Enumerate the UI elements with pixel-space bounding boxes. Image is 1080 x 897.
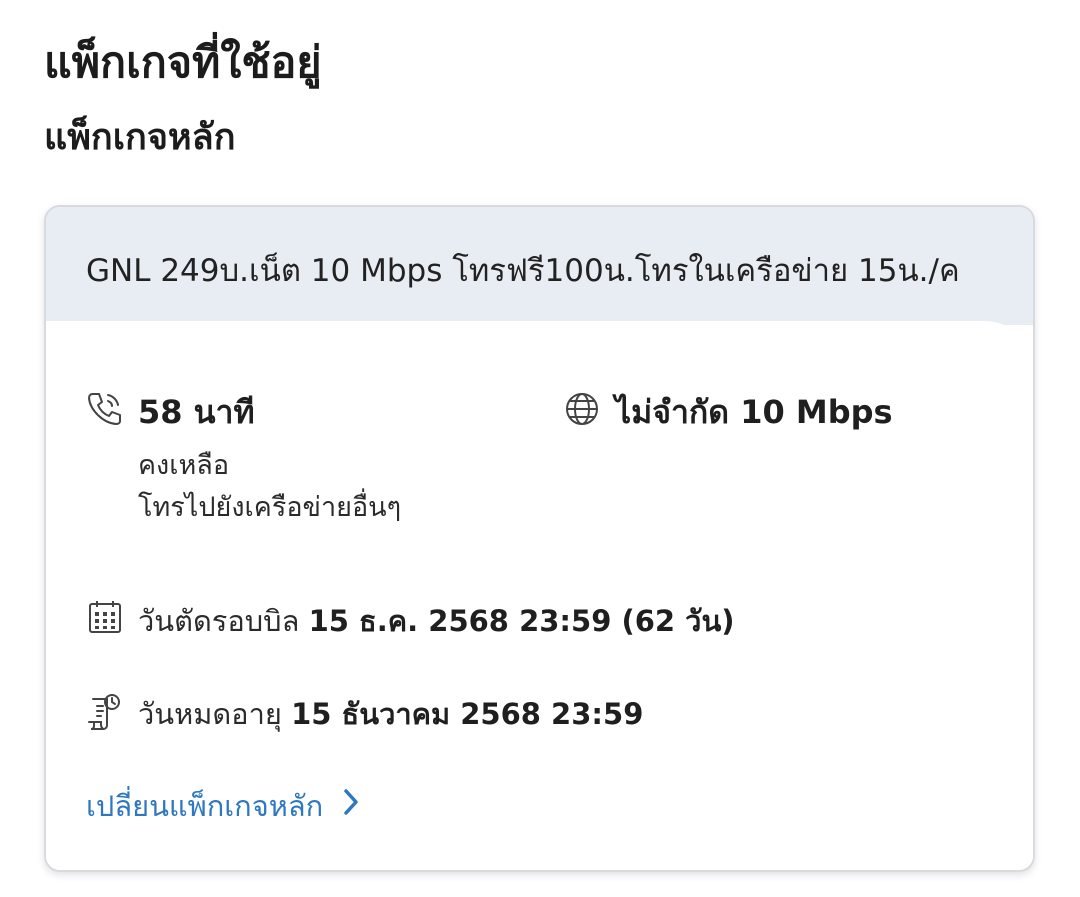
call-minutes: 58 นาที xyxy=(138,393,255,431)
call-scope-label: โทรไปยังเครือข่ายอื่นๆ xyxy=(138,492,402,523)
data-speed: ไม่จำกัด 10 Mbps xyxy=(615,393,893,431)
package-name: GNL 249บ.เน็ต 10 Mbps โทรฟรี100น.โทรในเค… xyxy=(86,253,960,289)
calendar-icon xyxy=(87,599,123,635)
expiry-row: วันหมดอายุ 15 ธันวาคม 2568 23:59 xyxy=(138,693,643,735)
call-remaining-label: คงเหลือ xyxy=(138,450,230,481)
billing-cycle-row: วันตัดรอบบิล 15 ธ.ค. 2568 23:59 (62 วัน) xyxy=(138,600,735,642)
package-card: GNL 249บ.เน็ต 10 Mbps โทรฟรี100น.โทรในเค… xyxy=(44,205,1035,872)
page-title: แพ็กเกจที่ใช้อยู่ xyxy=(44,38,322,88)
package-card-header: GNL 249บ.เน็ต 10 Mbps โทรฟรี100น.โทรในเค… xyxy=(46,207,1033,325)
change-main-package-link[interactable]: เปลี่ยนแพ็กเกจหลัก xyxy=(86,785,359,827)
chevron-right-icon xyxy=(343,785,359,827)
billing-cycle-value: 15 ธ.ค. 2568 23:59 (62 วัน) xyxy=(308,604,735,638)
section-title: แพ็กเกจหลัก xyxy=(44,117,236,158)
globe-icon xyxy=(563,390,601,428)
expiry-value: 15 ธันวาคม 2568 23:59 xyxy=(291,697,644,731)
document-clock-icon xyxy=(87,693,123,731)
change-main-package-label: เปลี่ยนแพ็กเกจหลัก xyxy=(86,789,324,823)
billing-cycle-label: วันตัดรอบบิล xyxy=(138,604,300,638)
phone-icon xyxy=(84,389,124,429)
expiry-label: วันหมดอายุ xyxy=(138,697,282,731)
